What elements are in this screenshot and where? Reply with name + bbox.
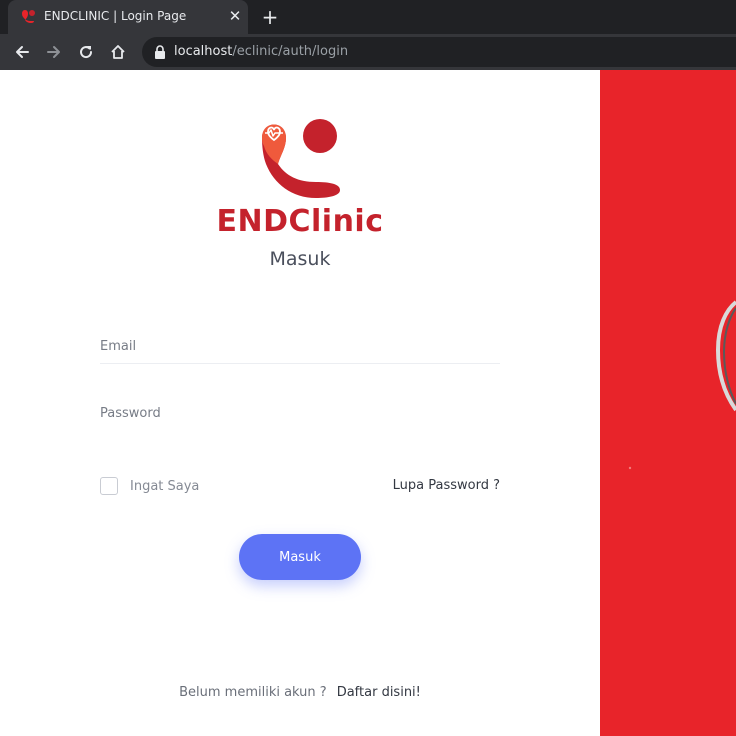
register-prompt: Belum memiliki akun ? Daftar disini! — [0, 685, 600, 700]
password-field-wrapper — [100, 396, 500, 430]
brand-name: ENDClinic — [216, 204, 384, 239]
remember-me-checkbox[interactable] — [100, 477, 118, 495]
hero-image-panel — [600, 70, 736, 736]
home-icon — [111, 45, 125, 59]
remember-me[interactable]: Ingat Saya — [100, 476, 199, 496]
clinic-favicon-icon — [22, 10, 35, 23]
new-tab-plus-icon[interactable]: + — [260, 7, 280, 27]
tab-title: ENDCLINIC | Login Page — [44, 9, 187, 23]
lock-icon — [155, 45, 165, 59]
back-button[interactable] — [10, 40, 34, 64]
browser-toolbar: localhost/eclinic/auth/login — [0, 34, 736, 70]
register-link[interactable]: Daftar disini! — [337, 685, 421, 700]
login-button[interactable]: Masuk — [239, 534, 361, 580]
email-field-wrapper — [100, 330, 500, 364]
password-field[interactable] — [100, 396, 500, 430]
url-text: localhost/eclinic/auth/login — [174, 44, 348, 59]
reload-button[interactable] — [74, 40, 98, 64]
back-arrow-icon — [16, 46, 29, 58]
remember-me-label[interactable]: Ingat Saya — [130, 479, 199, 494]
login-panel: ENDClinic Masuk Ingat Saya Lupa Password… — [0, 70, 600, 736]
browser-tab-active[interactable]: ENDCLINIC | Login Page ✕ — [8, 0, 248, 34]
stethoscope-image — [600, 70, 736, 736]
forward-button[interactable] — [42, 40, 66, 64]
no-account-text: Belum memiliki akun ? — [179, 685, 327, 700]
reload-icon — [80, 46, 93, 59]
url-host: localhost — [174, 44, 233, 59]
email-field[interactable] — [100, 330, 500, 364]
forward-arrow-icon — [47, 46, 60, 58]
forgot-password-link[interactable]: Lupa Password ? — [360, 478, 500, 493]
url-path: /eclinic/auth/login — [232, 44, 349, 59]
page-content: ENDClinic Masuk Ingat Saya Lupa Password… — [0, 70, 736, 736]
tab-close-icon[interactable]: ✕ — [226, 7, 244, 25]
address-bar[interactable]: localhost/eclinic/auth/login — [142, 37, 736, 67]
clinic-logo-icon — [262, 119, 340, 198]
browser-tab-bar: ENDCLINIC | Login Page ✕ + — [0, 0, 736, 34]
page-title: Masuk — [269, 248, 331, 270]
home-button[interactable] — [106, 40, 130, 64]
